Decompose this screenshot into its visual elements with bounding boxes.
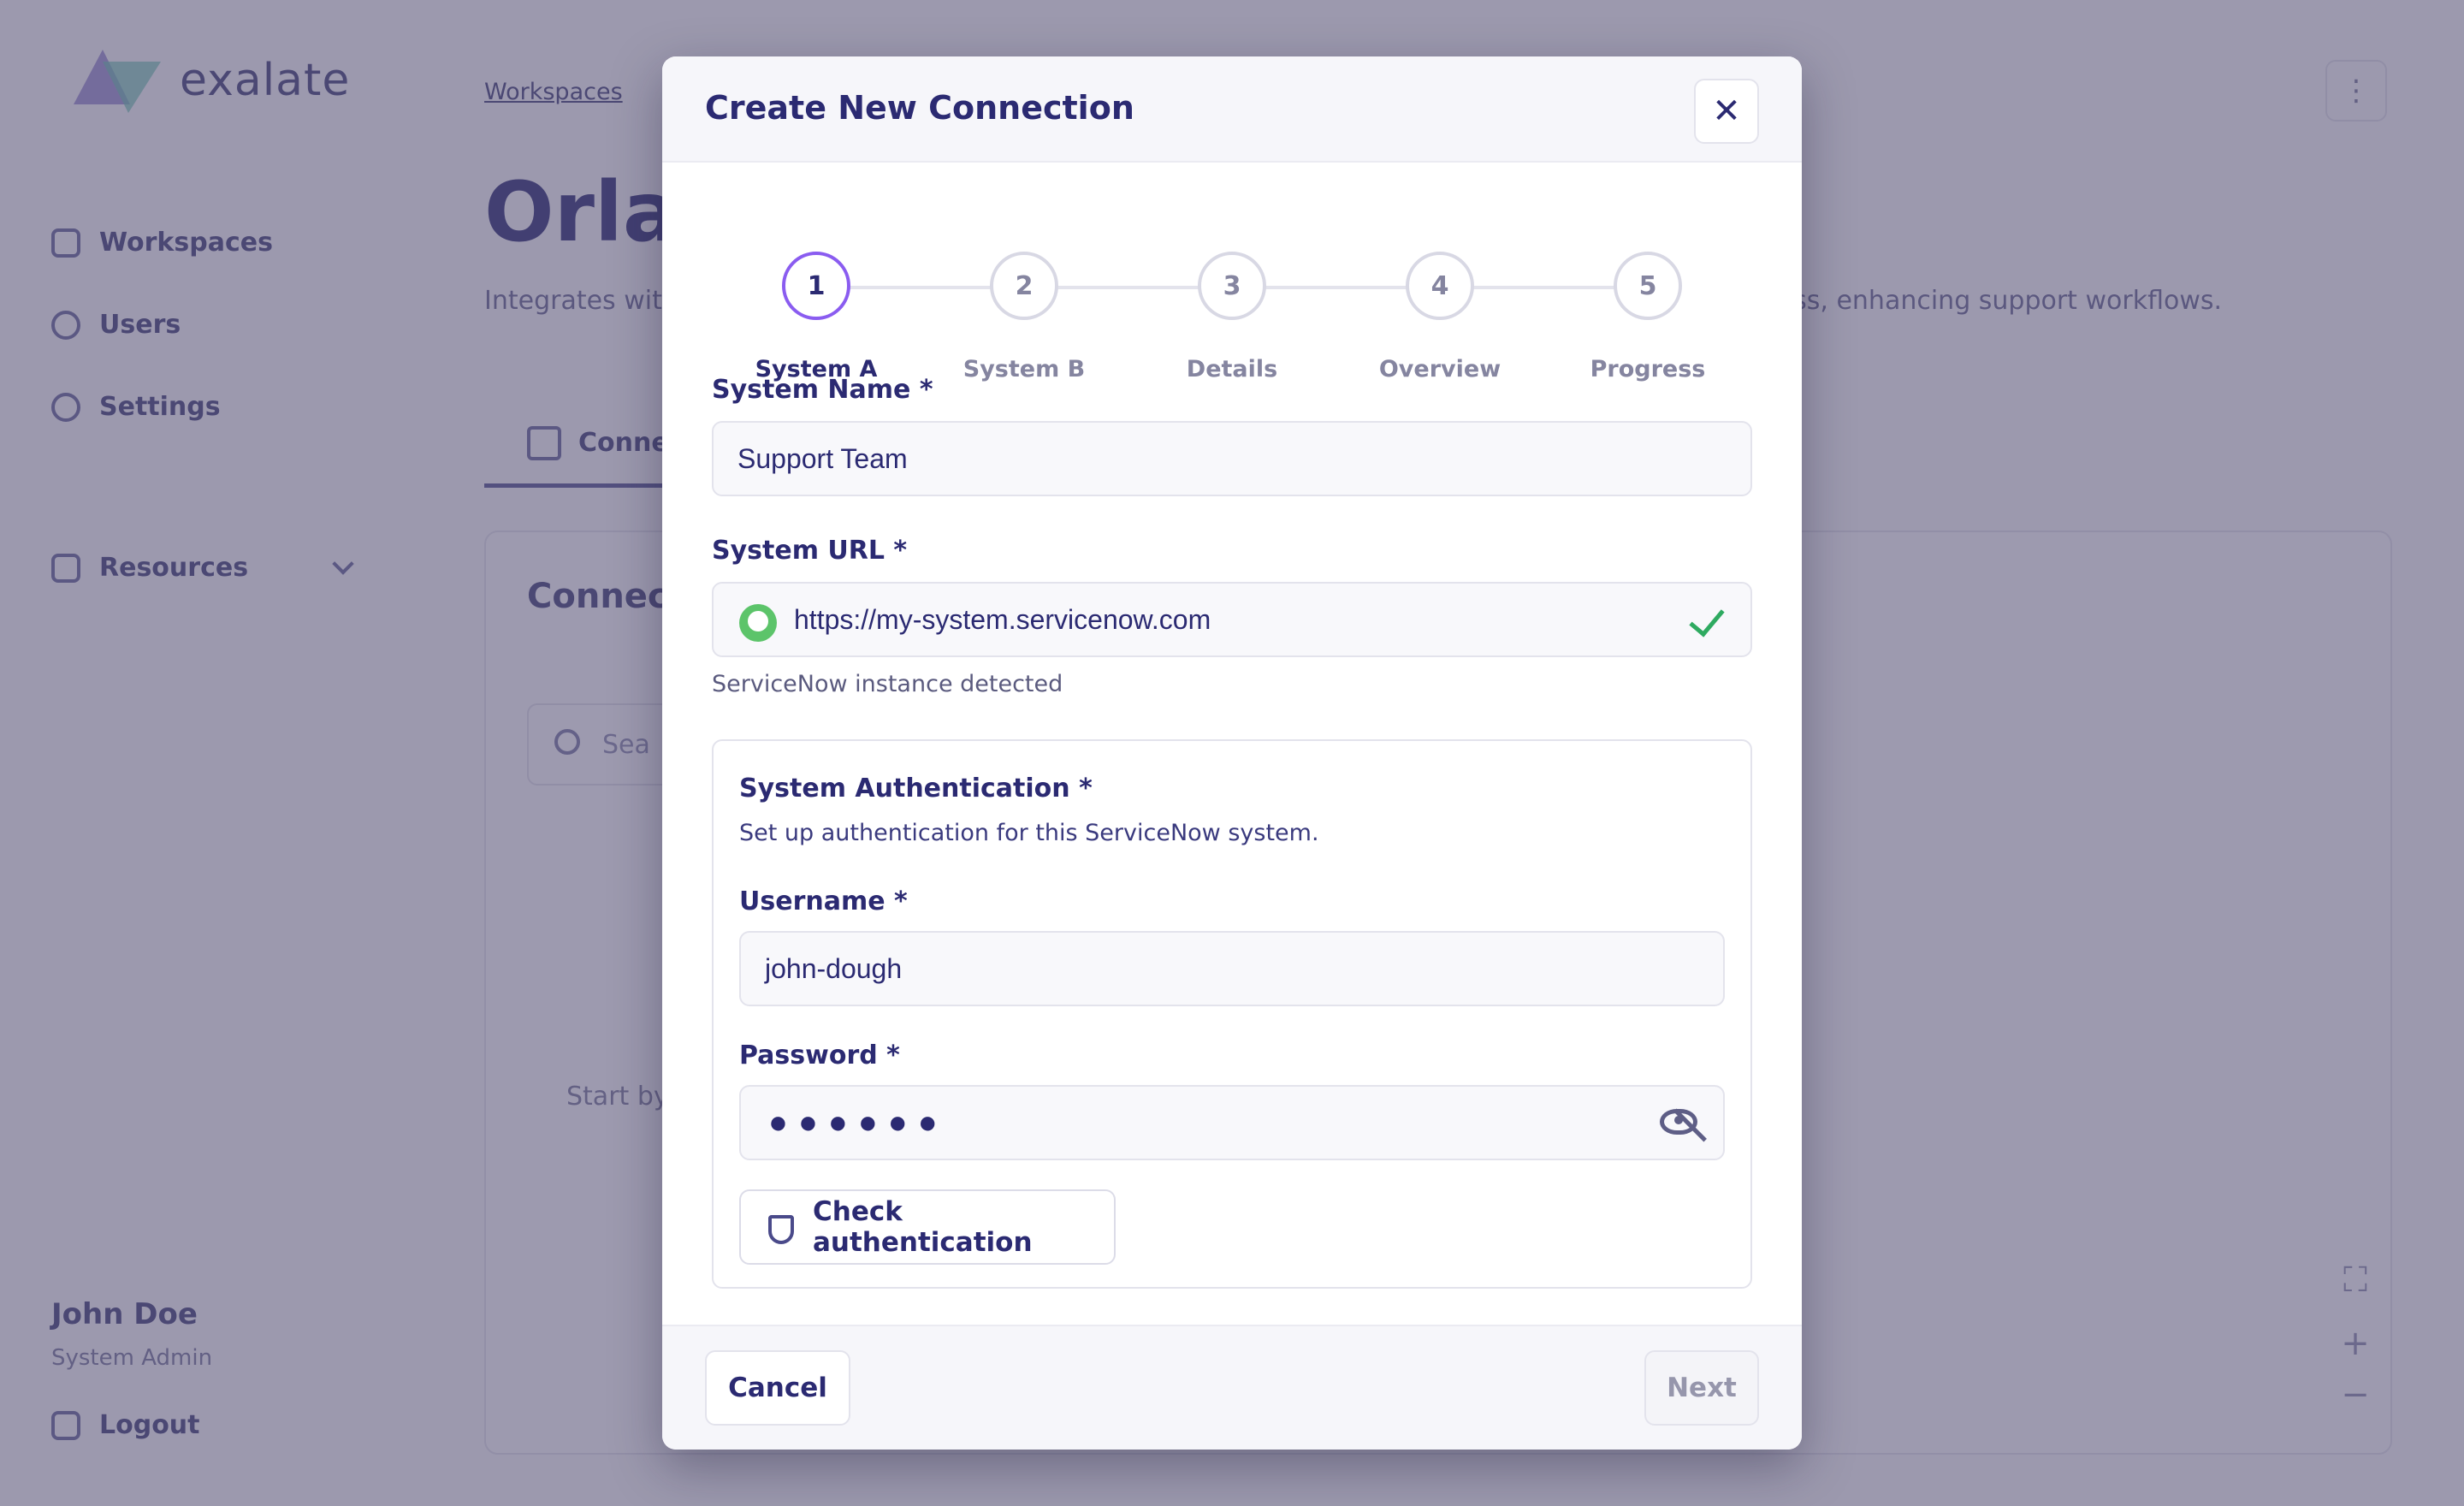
- modal-header: Create New Connection ✕: [662, 56, 1802, 163]
- username-input[interactable]: john-dough: [739, 931, 1725, 1006]
- step-5: 5: [1614, 252, 1682, 320]
- modal-footer: Cancel Next: [662, 1325, 1802, 1450]
- auth-description: Set up authentication for this ServiceNo…: [739, 820, 1319, 846]
- username-label: Username *: [739, 886, 908, 916]
- step-label-details: Details: [1186, 356, 1278, 382]
- step-label-progress: Progress: [1590, 356, 1706, 382]
- close-icon: ✕: [1712, 92, 1741, 131]
- auth-title: System Authentication *: [739, 774, 1093, 803]
- system-url-helper: ServiceNow instance detected: [712, 671, 1063, 697]
- password-input[interactable]: ●●●●●●: [739, 1085, 1725, 1160]
- password-value: ●●●●●●: [768, 1104, 948, 1141]
- modal-title: Create New Connection: [705, 89, 1134, 127]
- next-button[interactable]: Next: [1644, 1350, 1759, 1426]
- step-2: 2: [990, 252, 1058, 320]
- system-url-label: System URL *: [712, 536, 908, 566]
- step-1: 1: [782, 252, 850, 320]
- close-button[interactable]: ✕: [1694, 79, 1759, 144]
- authentication-section: System Authentication * Set up authentic…: [712, 739, 1752, 1289]
- password-label: Password *: [739, 1041, 900, 1070]
- shield-icon: [768, 1215, 794, 1244]
- create-connection-modal: Create New Connection ✕ 1 2 3 4 5 System…: [662, 56, 1802, 1450]
- servicenow-icon: [739, 604, 777, 642]
- system-name-input[interactable]: Support Team: [712, 421, 1752, 496]
- stepper: 1 2 3 4 5 System A System B Details Over…: [662, 197, 1802, 382]
- system-name-label: System Name *: [712, 375, 933, 405]
- step-label-overview: Overview: [1378, 356, 1502, 382]
- step-4: 4: [1406, 252, 1474, 320]
- step-label-system-b: System B: [962, 356, 1086, 382]
- system-url-value: https://my-system.servicenow.com: [794, 603, 1211, 635]
- cancel-button[interactable]: Cancel: [705, 1350, 850, 1426]
- system-url-input[interactable]: https://my-system.servicenow.com: [712, 582, 1752, 657]
- check-authentication-label: Check authentication: [813, 1196, 1033, 1258]
- check-icon: [1689, 600, 1725, 637]
- step-3: 3: [1198, 252, 1266, 320]
- check-authentication-button[interactable]: Check authentication: [739, 1189, 1116, 1265]
